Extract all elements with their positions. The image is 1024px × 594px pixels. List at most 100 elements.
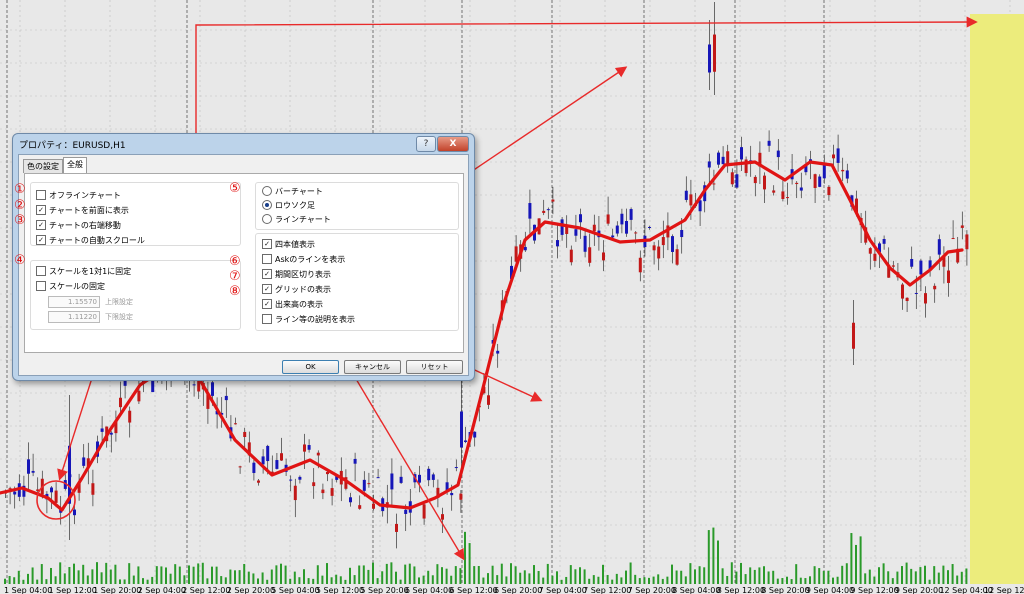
option-chart-shift[interactable]: チャートの右端移動: [36, 219, 121, 231]
radio-bar-chart[interactable]: バーチャート: [262, 185, 323, 197]
candle-body: [588, 247, 592, 263]
volume-bar: [234, 570, 236, 584]
radio-line-chart[interactable]: ラインチャート: [262, 213, 331, 225]
candle-body: [109, 432, 113, 435]
checkbox-icon[interactable]: [262, 253, 272, 264]
volume-bar: [183, 575, 186, 584]
option-label: ロウソク足: [275, 201, 315, 210]
option-auto-scroll[interactable]: チャートの自動スクロール: [36, 234, 145, 246]
candle-body: [919, 260, 923, 275]
volume-bar: [22, 579, 25, 584]
chart-shift-area: [970, 14, 1024, 584]
volume-bar: [832, 577, 834, 584]
help-button[interactable]: ?: [416, 136, 436, 152]
volume-bar: [740, 562, 742, 584]
option-ask-line[interactable]: Askのラインを表示: [262, 253, 345, 265]
radio-candlestick[interactable]: ロウソク足: [262, 199, 315, 211]
checkbox-icon[interactable]: [262, 313, 272, 324]
cancel-button[interactable]: キャンセル: [344, 360, 401, 374]
option-scale-1to1[interactable]: スケールを1対1に固定: [36, 265, 131, 277]
volume-bar: [8, 576, 11, 584]
volume-bar: [592, 575, 595, 584]
volume-bar: [82, 564, 85, 584]
candle-body: [905, 297, 909, 302]
time-tick-label: 5 Sep 20:00: [360, 586, 408, 594]
candle-body: [473, 431, 477, 438]
candle-body: [243, 431, 247, 437]
scale-lower-input[interactable]: 1.11220: [48, 311, 100, 323]
tab-colors[interactable]: 色の設定: [23, 159, 63, 173]
time-tick-label: 5 Sep 04:00: [271, 586, 319, 594]
option-object-descriptions[interactable]: ライン等の説明を表示: [262, 313, 355, 325]
volume-bar: [40, 564, 43, 584]
volume-bar: [629, 562, 632, 584]
volume-bar: [450, 575, 453, 584]
candle-body: [459, 493, 463, 500]
volume-bar: [321, 575, 324, 584]
candle-body: [786, 197, 789, 199]
candle-body: [698, 200, 702, 212]
volume-bar: [744, 574, 747, 584]
annotation-number-4: ④: [14, 253, 26, 268]
scale-lower-label: 下限設定: [105, 313, 133, 321]
scale-upper-label: 上限設定: [105, 298, 133, 306]
option-label: オフラインチャート: [49, 191, 121, 200]
candle-body: [583, 235, 587, 252]
volume-bar: [192, 566, 195, 584]
volume-bar: [606, 574, 609, 584]
candle-body: [852, 322, 855, 349]
checkbox-icon[interactable]: [36, 189, 46, 200]
candle-body: [836, 148, 840, 163]
volume-bar: [937, 572, 940, 584]
checkbox-icon[interactable]: [262, 268, 272, 279]
radio-icon[interactable]: [262, 199, 272, 210]
radio-icon[interactable]: [262, 185, 272, 196]
volume-bar: [569, 565, 572, 584]
checkbox-icon[interactable]: [262, 283, 272, 294]
candle-body: [873, 253, 877, 261]
checkbox-icon[interactable]: [36, 219, 46, 230]
ok-button[interactable]: OK: [282, 360, 339, 374]
tab-general[interactable]: 全般: [63, 157, 87, 173]
checkbox-icon[interactable]: [36, 204, 46, 215]
volume-bar: [454, 566, 457, 584]
reset-button[interactable]: リセット: [406, 360, 463, 374]
option-period-separators[interactable]: 期間区切り表示: [262, 268, 331, 280]
option-ohlc[interactable]: 四本値表示: [262, 238, 315, 250]
volume-bar: [206, 578, 209, 584]
volume-bar: [620, 577, 623, 584]
candle-body: [234, 423, 237, 425]
option-volume[interactable]: 出来高の表示: [262, 298, 323, 310]
volume-bar: [882, 563, 885, 584]
checkbox-icon[interactable]: [262, 238, 272, 249]
volume-bar: [224, 577, 227, 584]
volume-bar: [767, 571, 770, 584]
scale-upper-input[interactable]: 1.15570: [48, 296, 100, 308]
volume-bar: [358, 565, 361, 584]
time-tick-label: 1 Sep 12:00: [49, 586, 97, 594]
volume-bar: [27, 573, 29, 584]
radio-icon[interactable]: [262, 213, 272, 224]
time-tick-label: 7 Sep 04:00: [539, 586, 587, 594]
candle-body: [675, 249, 679, 265]
volume-bar: [165, 567, 167, 584]
candle-body: [795, 182, 799, 185]
checkbox-icon[interactable]: [36, 280, 46, 291]
volume-bar: [868, 569, 871, 584]
volume-bar: [749, 567, 752, 584]
close-button[interactable]: X: [437, 136, 469, 152]
option-scale-fix[interactable]: スケールの固定: [36, 280, 105, 292]
volume-bar: [77, 570, 80, 584]
annotation-number-2: ②: [14, 198, 26, 213]
volume-bar: [289, 578, 292, 584]
checkbox-icon[interactable]: [262, 298, 272, 309]
checkbox-icon[interactable]: [36, 234, 46, 245]
option-chart-foreground[interactable]: チャートを前面に表示: [36, 204, 129, 216]
option-offline-chart[interactable]: オフラインチャート: [36, 189, 121, 201]
candle-body: [574, 229, 578, 236]
checkbox-icon[interactable]: [36, 265, 46, 276]
volume-bar: [50, 567, 52, 584]
candle-body: [625, 221, 628, 234]
option-grid[interactable]: グリッドの表示: [262, 283, 331, 295]
volume-bar: [422, 575, 425, 584]
